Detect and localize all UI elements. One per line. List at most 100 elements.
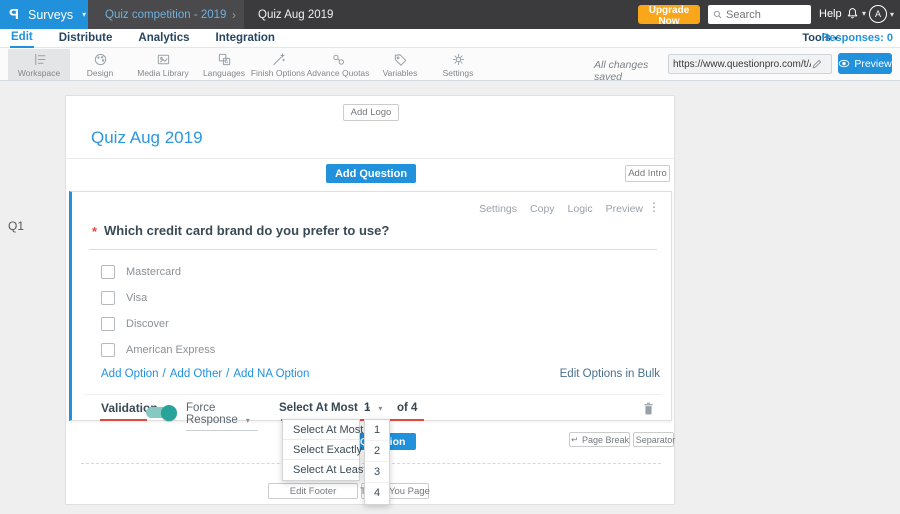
responses-count[interactable]: Responses: 0 (821, 32, 893, 44)
of-total-label: of 4 (397, 402, 418, 414)
add-question-button[interactable]: Add Question (326, 164, 416, 183)
tab-edit[interactable]: Edit (10, 29, 34, 48)
caret-down-icon: ▾ (862, 9, 867, 18)
add-option-link[interactable]: Add Option (101, 368, 159, 380)
tab-distribute[interactable]: Distribute (58, 30, 114, 47)
answer-option-row: Discover (101, 317, 169, 331)
separator-button[interactable]: Separator (633, 432, 675, 447)
breadcrumb-current: Quiz Aug 2019 (258, 8, 334, 21)
toolbar-item-variables[interactable]: Variables (372, 49, 428, 80)
toolbar-item-media-library[interactable]: Media Library (134, 49, 192, 80)
option-add-links: Add Option / Add Other / Add NA Option (101, 368, 310, 380)
bell-icon (847, 8, 858, 19)
survey-url-box (668, 54, 832, 74)
topbar: P Surveys ▾ Quiz competition - 2019 › Qu… (0, 0, 900, 29)
validation-count-dropdown[interactable]: 1 ▾ (364, 402, 382, 414)
delete-question-icon[interactable] (642, 401, 655, 416)
menu-item-select-at-most[interactable]: Select At Most (283, 420, 363, 440)
preview-button[interactable]: Preview (838, 53, 892, 74)
account-menu[interactable]: A ▾ (869, 5, 894, 23)
workspace-icon (34, 53, 45, 65)
help-link[interactable]: Help (819, 8, 842, 20)
design-icon (94, 53, 106, 65)
divider (66, 158, 674, 159)
option-label[interactable]: Discover (126, 318, 169, 330)
survey-canvas: Q1 Add Logo Quiz Aug 2019 Add Question A… (0, 81, 900, 514)
add-logo-button[interactable]: Add Logo (343, 104, 399, 121)
search-icon (713, 10, 722, 19)
settings-icon (452, 53, 464, 65)
menu-item-count-1[interactable]: 1 (365, 420, 389, 441)
question-preview-link[interactable]: Preview (606, 203, 643, 215)
force-response-dropdown[interactable]: Force Response ▾ (186, 402, 258, 431)
breadcrumb-parent[interactable]: Quiz competition - 2019 (105, 9, 226, 21)
menu-item-select-exactly[interactable]: Select Exactly (283, 440, 362, 460)
option-label[interactable]: American Express (126, 344, 215, 356)
editor-toolbar: Workspace Design Media Library A Languag… (0, 48, 900, 83)
eye-icon (839, 59, 850, 68)
add-other-link[interactable]: Add Other (170, 368, 222, 380)
add-na-option-link[interactable]: Add NA Option (233, 368, 309, 380)
caret-down-icon: ▾ (245, 416, 250, 425)
menu-item-count-4[interactable]: 4 (365, 483, 389, 504)
notifications-menu[interactable]: ▾ (845, 6, 866, 21)
validation-toggle[interactable] (146, 404, 177, 421)
toolbar-item-workspace[interactable]: Workspace (8, 49, 70, 80)
required-marker: * (92, 224, 98, 239)
breadcrumb: Quiz competition - 2019 › (88, 0, 244, 29)
toggle-knob (161, 404, 177, 421)
question-text[interactable]: Which credit card brand do you prefer to… (104, 223, 389, 238)
survey-url-input[interactable] (673, 58, 811, 70)
global-search (708, 5, 811, 24)
page-break-button[interactable]: Page Break (569, 432, 630, 447)
answer-option-row: Visa (101, 291, 147, 305)
option-checkbox[interactable] (101, 265, 115, 279)
validation-rule-dropdown[interactable]: Select At Most ▾ (279, 402, 370, 414)
option-label[interactable]: Visa (126, 292, 147, 304)
tab-analytics[interactable]: Analytics (137, 30, 190, 47)
nav-tabs: Edit Distribute Analytics Integration (10, 29, 276, 48)
validation-count-menu: 1 2 3 4 (364, 419, 390, 505)
question-copy-link[interactable]: Copy (530, 203, 555, 215)
add-intro-button[interactable]: Add Intro (625, 165, 670, 182)
answer-option-row: Mastercard (101, 265, 181, 279)
caret-down-icon: ▾ (890, 9, 895, 19)
advance-quotas-icon (332, 54, 344, 65)
toolbar-item-advance-quotas[interactable]: Advance Quotas (306, 49, 370, 80)
variables-icon (394, 53, 406, 66)
edit-footer-button[interactable]: Edit Footer (268, 483, 358, 499)
upgrade-now-button[interactable]: Upgrade Now (638, 5, 700, 27)
option-checkbox[interactable] (101, 343, 115, 357)
option-checkbox[interactable] (101, 291, 115, 305)
menu-item-count-2[interactable]: 2 (365, 441, 389, 462)
surveys-menu[interactable]: P Surveys ▾ (0, 0, 88, 29)
breadcrumb-chevron-icon: › (232, 7, 236, 22)
survey-title[interactable]: Quiz Aug 2019 (91, 128, 203, 148)
questionpro-logo-icon: P (9, 6, 20, 23)
caret-down-icon: ▾ (378, 404, 383, 413)
edit-options-in-bulk-link[interactable]: Edit Options in Bulk (560, 368, 660, 380)
menu-item-select-at-least[interactable]: Select At Least (283, 460, 366, 480)
question-logic-link[interactable]: Logic (568, 203, 593, 215)
option-label[interactable]: Mastercard (126, 266, 181, 278)
toolbar-item-languages[interactable]: A Languages (200, 49, 248, 80)
menu-item-count-3[interactable]: 3 (365, 462, 389, 483)
questionpro-survey-editor: P Surveys ▾ Quiz competition - 2019 › Qu… (0, 0, 900, 514)
media-library-icon (157, 54, 169, 64)
validation-rule-menu: Select At Most Select Exactly Select At … (282, 419, 366, 481)
question-text-underline (89, 249, 657, 250)
toolbar-item-settings[interactable]: Settings (432, 49, 484, 80)
toolbar-item-finish-options[interactable]: Finish Options (246, 49, 310, 80)
tab-integration[interactable]: Integration (215, 30, 276, 47)
finish-options-icon (272, 53, 285, 65)
divider (84, 394, 662, 395)
search-input[interactable] (726, 8, 806, 21)
question-card: Settings Copy Logic Preview ⋮ * Which cr… (69, 191, 672, 431)
answer-option-row: American Express (101, 343, 215, 357)
avatar: A (869, 5, 887, 23)
edit-url-pencil-icon[interactable] (811, 58, 823, 70)
option-checkbox[interactable] (101, 317, 115, 331)
question-settings-link[interactable]: Settings (479, 203, 517, 215)
toolbar-item-design[interactable]: Design (78, 49, 122, 80)
more-options-icon[interactable]: ⋮ (648, 200, 660, 214)
